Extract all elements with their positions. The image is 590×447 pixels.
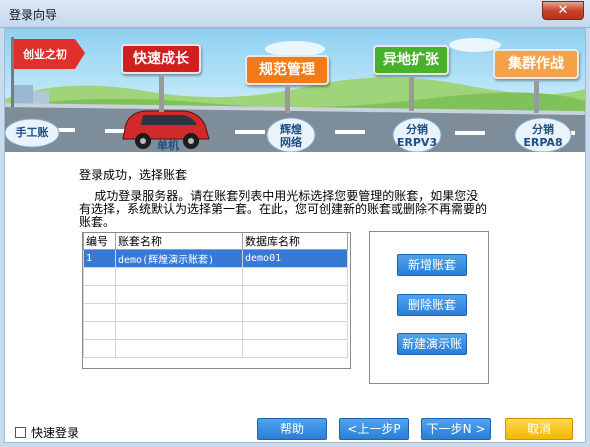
- sign-pole: [534, 81, 539, 113]
- stage-line2: ERPV3: [396, 136, 438, 149]
- col-header-id[interactable]: 编号: [83, 233, 116, 250]
- flag-label: 创业之初: [23, 48, 67, 61]
- close-button[interactable]: ✕: [542, 1, 584, 20]
- next-button[interactable]: 下一步N >: [421, 418, 491, 440]
- stage-line1: 辉煌: [280, 123, 302, 136]
- new-account-set-button[interactable]: 新增账套: [397, 254, 467, 276]
- table-row-empty: [83, 285, 348, 304]
- sign-pole: [159, 76, 164, 112]
- sign-pole: [285, 87, 290, 113]
- cell-name: demo(辉煌演示账套): [115, 249, 243, 268]
- col-header-db[interactable]: 数据库名称: [242, 233, 348, 250]
- new-demo-account-set-button[interactable]: 新建演示账套: [397, 333, 467, 371]
- help-button[interactable]: 帮助: [257, 418, 327, 440]
- sign-label: 规范管理: [259, 62, 315, 78]
- sign-cluster-operation: 集群作战: [493, 49, 579, 79]
- table-row-empty: [83, 303, 348, 322]
- table-row-empty: [83, 267, 348, 286]
- col-header-name[interactable]: 账套名称: [115, 233, 243, 250]
- account-actions-panel: 新增账套 删除账套 新建演示账套: [369, 231, 489, 384]
- quick-login-label: 快速登录: [31, 426, 80, 440]
- sign-remote-expansion: 异地扩张: [373, 45, 449, 75]
- sign-standard-management: 规范管理: [245, 55, 329, 85]
- wizard-content: 登录成功，选择账套 成功登录服务器。请在账套列表中用光标选择您要管理的账套，如果…: [5, 152, 585, 442]
- stage-network: 辉煌 网络: [271, 123, 311, 149]
- table-row-empty: [83, 339, 348, 358]
- wizard-frame: 创业之初 快速成长 规范管理 异地扩张 集群作战 手工账 单机 辉煌 网络 分销: [4, 28, 586, 443]
- growth-banner: 创业之初 快速成长 规范管理 异地扩张 集群作战 手工账 单机 辉煌 网络 分销: [5, 29, 585, 152]
- sign-label: 异地扩张: [383, 52, 439, 68]
- stage-line1: 分销: [406, 123, 428, 136]
- stage-erpa8: 分销 ERPA8: [519, 123, 567, 149]
- cancel-button[interactable]: 取消: [505, 418, 573, 440]
- delete-account-set-button[interactable]: 删除账套: [397, 294, 467, 316]
- stage-line2: ERPA8: [523, 136, 563, 149]
- stage-line2: 网络: [280, 136, 302, 149]
- sign-label: 集群作战: [508, 56, 564, 72]
- account-set-list[interactable]: 编号 账套名称 数据库名称 1 demo(辉煌演示账套) demo01: [82, 232, 351, 369]
- stage-manual: 手工账: [8, 126, 56, 139]
- checkbox-box[interactable]: [15, 427, 26, 438]
- page-heading: 登录成功，选择账套: [79, 168, 188, 182]
- window-titlebar: 登录向导 ✕: [0, 0, 590, 28]
- table-header: 编号 账套名称 数据库名称: [83, 233, 348, 250]
- stage-standalone: 单机: [151, 139, 185, 152]
- account-set-table: 编号 账套名称 数据库名称 1 demo(辉煌演示账套) demo01: [83, 233, 348, 358]
- previous-button[interactable]: <上一步P: [339, 418, 409, 440]
- window-title: 登录向导: [9, 8, 58, 22]
- cell-db: demo01: [242, 249, 348, 268]
- table-row-empty: [83, 321, 348, 340]
- stage-line1: 分销: [532, 123, 554, 136]
- cell-id: 1: [83, 249, 116, 268]
- page-description: 成功登录服务器。请在账套列表中用光标选择您要管理的账套，如果您没有选择，系统默认…: [79, 189, 488, 229]
- sign-rapid-growth: 快速成长: [121, 44, 201, 74]
- sign-pole: [409, 77, 414, 111]
- sign-label: 快速成长: [133, 51, 189, 67]
- table-row[interactable]: 1 demo(辉煌演示账套) demo01: [83, 249, 348, 268]
- stage-line1: 手工账: [15, 126, 49, 139]
- stage-erpv3: 分销 ERPV3: [395, 123, 439, 149]
- quick-login-checkbox[interactable]: 快速登录: [15, 424, 79, 441]
- stage-line1: 单机: [157, 139, 179, 152]
